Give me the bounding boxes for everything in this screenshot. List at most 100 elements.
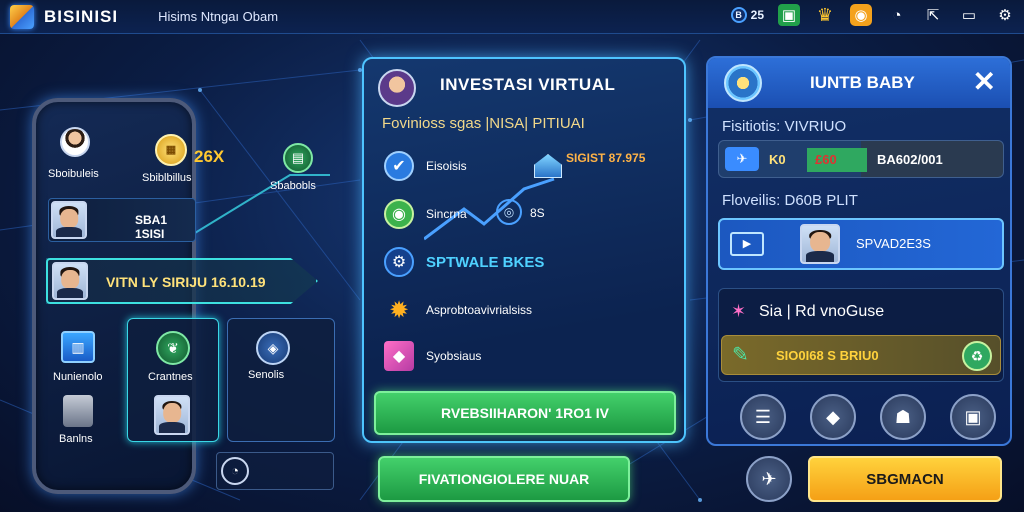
shield-icon[interactable]: ▤: [283, 143, 313, 173]
phone-row-2[interactable]: VITN LY SIRIJU 16.10.19: [46, 258, 318, 304]
avatar[interactable]: [60, 127, 90, 157]
row-mid-value: £60: [807, 148, 867, 172]
person-text: SPVAD2E3S: [856, 236, 931, 251]
row-right-value: BA602/001: [877, 152, 943, 167]
tile-crantnes[interactable]: ❦ Crantnes: [127, 318, 219, 442]
crown-icon[interactable]: ♛: [814, 4, 836, 26]
syringe-icon: ✎: [732, 344, 749, 366]
item-label: Eisoisis: [426, 159, 467, 173]
people-icon: ☗: [894, 406, 912, 427]
tools-button[interactable]: ✈: [746, 456, 792, 502]
box-icon: ◆: [384, 341, 414, 371]
coin-count: 25: [750, 8, 764, 22]
multiplier-text: 26X: [194, 147, 225, 166]
list-item[interactable]: ✹ Asprobtoavivrialsiss: [384, 295, 532, 325]
person-row[interactable]: ▶ SPVAD2E3S: [718, 218, 1004, 270]
bookmark-icon: ◈: [256, 331, 290, 365]
check-icon: ✔: [384, 151, 414, 181]
image-button[interactable]: ▣: [950, 394, 996, 440]
clock-icon[interactable]: ◔: [886, 4, 908, 26]
avatar: [52, 262, 88, 300]
close-icon[interactable]: ✕: [973, 67, 996, 97]
avatar: [800, 224, 840, 264]
window-icon[interactable]: ▭: [958, 4, 980, 26]
panel-title: IUNTB BABY: [810, 73, 915, 92]
house-icon: [534, 154, 562, 178]
tile-label: Senolis: [248, 369, 285, 381]
image-icon: ▣: [964, 406, 982, 427]
camera-icon: ◎: [496, 199, 522, 225]
item-label: Asprobtoavivrialsiss: [426, 303, 533, 317]
phone-row-1-text: SBA1 1SISI: [135, 213, 168, 241]
window-subtitle: Hisims Ntngaı Obam: [158, 9, 279, 24]
sun-gear-icon: ✹: [388, 296, 410, 324]
avatar: [154, 395, 190, 435]
target-icon: ◉: [384, 199, 414, 229]
panel-header: IUNTB BABY ✕: [708, 58, 1010, 108]
phone-row-1[interactable]: SBA1 1SISI: [48, 198, 196, 242]
bonus-icon[interactable]: ◉: [850, 4, 872, 26]
top-icons: B 25 ▣ ♛ ◉ ◔ ⇱ ▭ ⚙: [730, 4, 1016, 26]
item-label: SPTWALE BKES: [426, 253, 545, 271]
investment-panel: INVESTASI VIRTUAL Fovinioss sgas |NISA| …: [362, 57, 686, 443]
search-button[interactable]: SBGMACN: [808, 456, 1002, 502]
list-item[interactable]: ◉ Sincrna: [384, 199, 467, 229]
details-panel: IUNTB BABY ✕ Fisitiotis: VIVRIUO ✈ K0 £6…: [706, 56, 1012, 446]
invest-button[interactable]: RVEBSIIHARON' 1RO1 IV: [374, 391, 676, 435]
tile-senolis[interactable]: ◈ Senolis: [227, 318, 335, 442]
activate-button[interactable]: FIVATIONGIOLERE NUAR: [378, 456, 630, 502]
detail-label-1: Fisitiotis: VIVRIUO: [722, 118, 847, 135]
tile-label: Crantnes: [148, 371, 193, 383]
info-row[interactable]: ✈ K0 £60 BA602/001: [718, 140, 1004, 178]
bonus-highlight-text: SIO0I68 S BRIU0: [776, 348, 879, 363]
coin-icon: B: [730, 7, 747, 23]
bonus-highlight[interactable]: ✎ SIO0I68 S BRIU0 ♻: [721, 335, 1001, 375]
plane-icon: ✈: [725, 147, 759, 171]
cog-icon: ⚙: [384, 247, 414, 277]
phone-top-left-label: Sboibuleis: [48, 168, 99, 180]
gold-coin-icon[interactable]: ▦: [155, 134, 187, 166]
location-pin-icon: [724, 64, 762, 102]
cube-icon: ◆: [826, 406, 840, 427]
value-2: 8S: [530, 206, 545, 220]
list-item[interactable]: ◆ Syobsiaus: [384, 341, 481, 371]
avatar: [51, 201, 87, 239]
brand-name: BISINISI: [44, 6, 119, 26]
cube-button[interactable]: ◆: [810, 394, 856, 440]
bonus-label: Sia | Rd vnoGuse: [759, 303, 885, 320]
stamp-icon: [63, 395, 93, 427]
phone-top-mid-label: Sbiblbillus: [142, 172, 192, 184]
list-item[interactable]: ✔ Eisoisis: [384, 151, 467, 181]
phone-clock-row[interactable]: ◔: [216, 452, 334, 490]
tools-icon: ✈: [761, 468, 777, 489]
people-button[interactable]: ☗: [880, 394, 926, 440]
gear-icon[interactable]: ⚙: [994, 4, 1016, 26]
panel-title: INVESTASI VIRTUAL: [440, 75, 616, 94]
tile-nunienolo[interactable]: ▥ Nunienolo Banlns: [34, 318, 120, 445]
share-icon[interactable]: ⇱: [922, 4, 944, 26]
tile-label: Nunienolo: [53, 371, 103, 383]
list-icon: ☰: [754, 406, 772, 427]
video-icon: ▶: [730, 232, 764, 256]
panel-subtitle: Fovinioss sgas |NISA| PITIUAI: [382, 115, 585, 132]
phone-row-2-text: VITN LY SIRIJU 16.10.19: [106, 274, 266, 290]
avatar[interactable]: [378, 69, 416, 107]
leaf-icon: ❦: [156, 331, 190, 365]
bonus-card: ✶ Sia | Rd vnoGuse ✎ SIO0I68 S BRIU0 ♻: [718, 288, 1004, 382]
coin-counter[interactable]: B 25: [730, 7, 764, 23]
detail-label-2: Floveilis: D60B PLIT: [722, 192, 858, 209]
list-button[interactable]: ☰: [740, 394, 786, 440]
top-bar: BISINISI Hisims Ntngaı Obam B 25 ▣ ♛ ◉ ◔…: [0, 0, 1024, 34]
app-logo: [10, 4, 34, 29]
sparkle-icon: ✶: [731, 301, 747, 321]
tile-label-banlns: Banlns: [59, 433, 93, 445]
item-label: Syobsiaus: [426, 349, 482, 363]
value-1: SIGIST 87.975: [566, 151, 646, 165]
recycle-icon: ♻: [962, 341, 992, 371]
gift-icon[interactable]: ▣: [778, 4, 800, 26]
chart-icon: ▥: [61, 331, 95, 363]
clock-icon: ◔: [221, 457, 249, 485]
item-label: Sincrna: [426, 207, 467, 221]
list-item[interactable]: ⚙ SPTWALE BKES: [384, 247, 544, 277]
row-left-value: K0: [769, 152, 786, 167]
